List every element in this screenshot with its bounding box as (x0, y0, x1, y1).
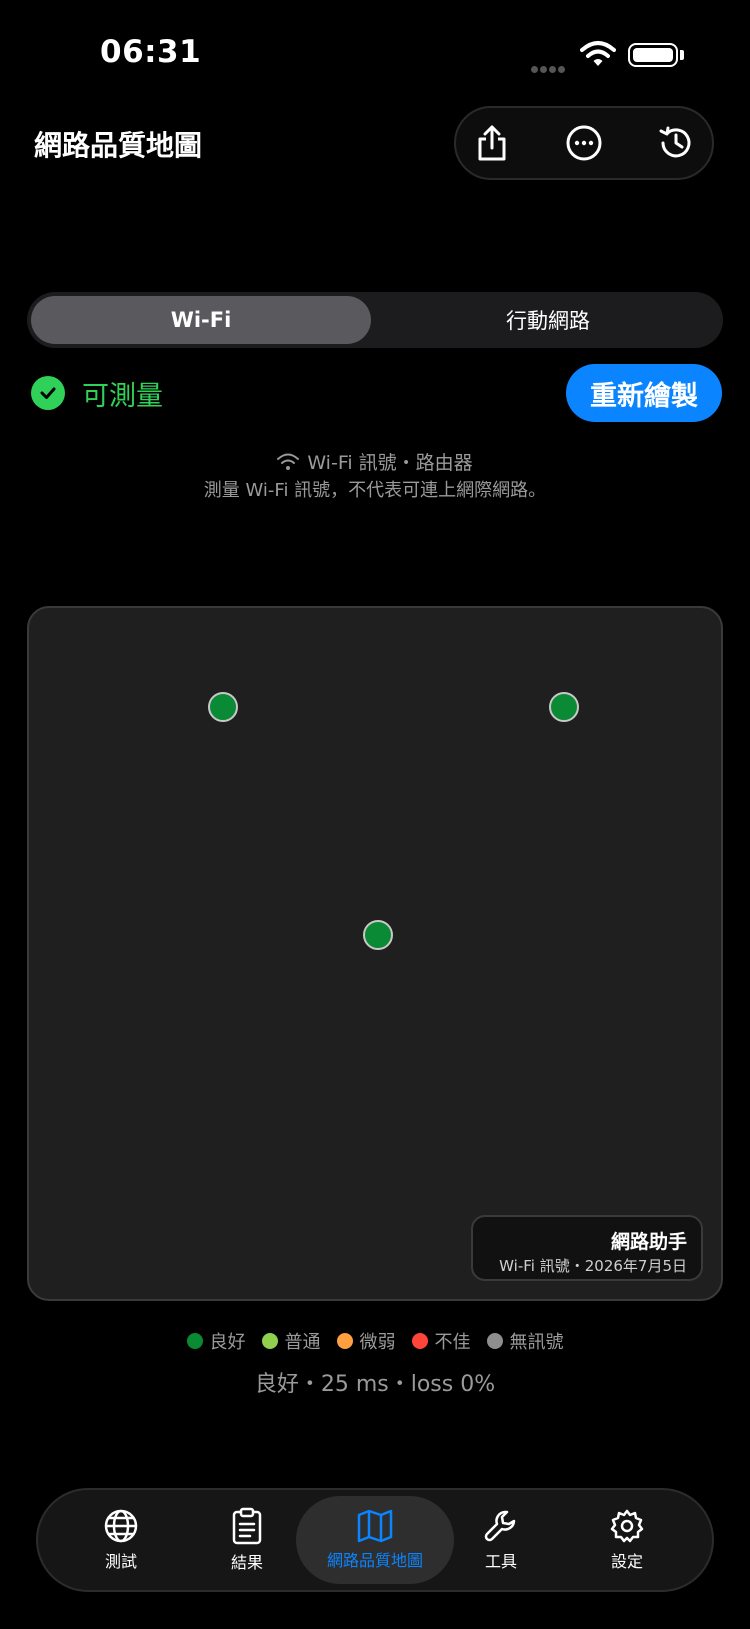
legend-item-poor: 不佳 (411, 1328, 471, 1354)
legend-label: 良好 (209, 1332, 246, 1353)
legend-swatch (261, 1333, 278, 1349)
signal-source-info: Wi-Fi 訊號・路由器 (0, 448, 750, 475)
wrench-icon (484, 1510, 516, 1542)
tab-settings[interactable]: 設定 (564, 1490, 690, 1590)
battery-cap (680, 50, 684, 60)
legend-item-weak: 微弱 (336, 1328, 396, 1354)
more-button[interactable] (562, 121, 606, 165)
checkmark-circle-icon (31, 376, 65, 410)
redraw-button[interactable]: 重新繪製 (566, 364, 722, 422)
watermark-title: 網路助手 (610, 1231, 687, 1253)
network-type-segmented-control: Wi-Fi 行動網路 (27, 292, 723, 348)
wifi-status-icon (580, 40, 616, 72)
legend-swatch (186, 1333, 203, 1349)
legend-item-no-signal: 無訊號 (486, 1328, 564, 1354)
tab-quality-map[interactable]: 網路品質地圖 (296, 1496, 454, 1584)
legend-label: 普通 (284, 1332, 321, 1353)
tab-label: 工具 (484, 1552, 517, 1571)
legend-swatch (411, 1333, 428, 1349)
tab-label: 結果 (230, 1553, 263, 1572)
watermark-subtitle: Wi-Fi 訊號・2026年7月5日 (499, 1257, 687, 1275)
legend-label: 無訊號 (509, 1332, 564, 1353)
tab-label: 網路品質地圖 (326, 1551, 423, 1570)
map-icon (357, 1509, 393, 1543)
quality-map[interactable]: 網路助手 Wi-Fi 訊號・2026年7月5日 (27, 606, 723, 1301)
wifi-small-icon (277, 453, 300, 470)
share-icon (478, 125, 506, 161)
map-watermark: 網路助手 Wi-Fi 訊號・2026年7月5日 (471, 1215, 703, 1281)
map-legend: 良好 普通 微弱 不佳 無訊號 (0, 1328, 750, 1354)
map-point[interactable] (549, 692, 579, 722)
measurement-summary: 良好・25 ms・loss 0% (254, 1372, 496, 1397)
share-button[interactable] (470, 121, 514, 165)
tab-results[interactable]: 結果 (184, 1490, 310, 1590)
segment-cellular[interactable]: 行動網路 (377, 296, 719, 344)
measurable-status: 可測量 (82, 381, 163, 412)
legend-swatch (486, 1333, 503, 1349)
cellular-signal-icon (531, 58, 567, 77)
legend-item-fair: 普通 (261, 1328, 321, 1354)
status-time: 06:31 (100, 34, 202, 70)
map-point[interactable] (363, 920, 393, 950)
page-title: 網路品質地圖 (34, 129, 203, 162)
header-toolbar (454, 106, 714, 180)
gear-icon (610, 1509, 644, 1543)
legend-swatch (336, 1333, 353, 1349)
segment-wifi[interactable]: Wi-Fi (31, 296, 371, 344)
tab-bar: 測試 結果 網路品質地圖 工具 設定 (36, 1488, 714, 1592)
map-point[interactable] (208, 692, 238, 722)
history-icon (659, 126, 691, 158)
legend-item-good: 良好 (186, 1328, 246, 1354)
tab-label: 測試 (104, 1552, 137, 1571)
measurement-disclaimer: 測量 Wi-Fi 訊號，不代表可連上網際網路。 (203, 480, 547, 501)
history-button[interactable] (654, 121, 698, 165)
tab-test[interactable]: 測試 (58, 1490, 184, 1590)
clipboard-icon (232, 1507, 262, 1545)
legend-label: 微弱 (359, 1332, 396, 1353)
tab-tools[interactable]: 工具 (438, 1490, 564, 1590)
ellipsis-circle-icon (566, 125, 602, 161)
battery-icon (628, 43, 678, 67)
tab-label: 設定 (610, 1552, 643, 1571)
legend-label: 不佳 (434, 1332, 471, 1353)
signal-source-text: Wi-Fi 訊號・路由器 (307, 452, 473, 474)
globe-icon (104, 1509, 138, 1543)
